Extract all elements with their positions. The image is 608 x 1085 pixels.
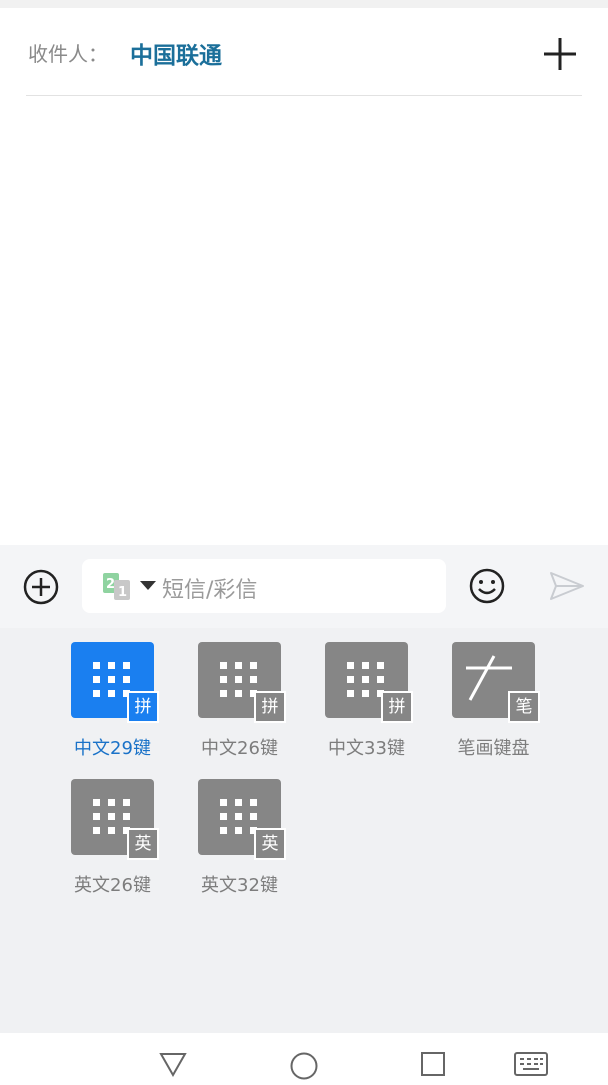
send-arrow-icon[interactable] xyxy=(548,570,586,602)
keypad-icon: 拼 xyxy=(198,642,286,723)
recipient-chip[interactable]: 中国联通 xyxy=(130,36,222,70)
keyboard-option-english-26[interactable]: 英 英文26键 xyxy=(54,779,164,899)
compose-bar: 2 1 短信/彩信 xyxy=(0,545,608,628)
keyboard-option-chinese-33[interactable]: 拼 中文33键 xyxy=(308,642,418,762)
keypad-icon: 拼 xyxy=(71,642,159,723)
keyboard-option-label: 英文32键 xyxy=(201,875,278,896)
keyboard-badge: 英 xyxy=(127,828,159,860)
keyboard-badge: 拼 xyxy=(127,691,159,723)
keyboard-badge: 拼 xyxy=(254,691,286,723)
keyboard-option-label: 笔画键盘 xyxy=(457,738,530,759)
navigation-bar xyxy=(0,1033,608,1080)
keyboard-option-label: 英文26键 xyxy=(74,875,151,896)
svg-text:1: 1 xyxy=(118,585,127,600)
triangle-back-icon[interactable] xyxy=(158,1051,188,1081)
keypad-icon: 英 xyxy=(198,779,286,860)
status-strip xyxy=(0,0,608,8)
divider xyxy=(26,95,582,96)
keyboard-badge: 拼 xyxy=(381,691,413,723)
keyboard-icon[interactable] xyxy=(513,1051,549,1083)
keyboard-option-stroke[interactable]: 笔 笔画键盘 xyxy=(435,642,545,762)
plus-icon[interactable] xyxy=(540,34,580,74)
keyboard-option-label: 中文29键 xyxy=(74,738,151,759)
keypad-icon: 拼 xyxy=(325,642,413,723)
keyboard-picker: 拼 中文29键 拼 中文26键 拼 中文33键 笔 笔画键盘 英 英文26键 英… xyxy=(0,628,608,1033)
keyboard-option-label: 中文33键 xyxy=(328,738,405,759)
keyboard-option-chinese-29[interactable]: 拼 中文29键 xyxy=(54,642,164,762)
square-recents-icon[interactable] xyxy=(420,1051,446,1081)
keyboard-badge: 英 xyxy=(254,828,286,860)
sim-card-icon[interactable]: 2 1 xyxy=(102,572,136,602)
smiley-icon[interactable] xyxy=(468,567,506,605)
keyboard-option-english-32[interactable]: 英 英文32键 xyxy=(181,779,291,899)
message-input[interactable]: 2 1 短信/彩信 xyxy=(82,559,446,613)
stroke-icon: 笔 xyxy=(452,642,540,723)
recipient-row: 收件人： 中国联通 xyxy=(0,8,608,96)
keyboard-badge: 笔 xyxy=(508,691,540,723)
sim-dropdown-caret-icon[interactable] xyxy=(140,581,156,590)
input-placeholder: 短信/彩信 xyxy=(162,578,258,603)
keyboard-option-label: 中文26键 xyxy=(201,738,278,759)
keyboard-option-chinese-26[interactable]: 拼 中文26键 xyxy=(181,642,291,762)
keypad-icon: 英 xyxy=(71,779,159,860)
svg-text:2: 2 xyxy=(106,577,115,592)
circle-plus-icon[interactable] xyxy=(22,568,60,606)
recipient-label: 收件人： xyxy=(28,42,108,66)
